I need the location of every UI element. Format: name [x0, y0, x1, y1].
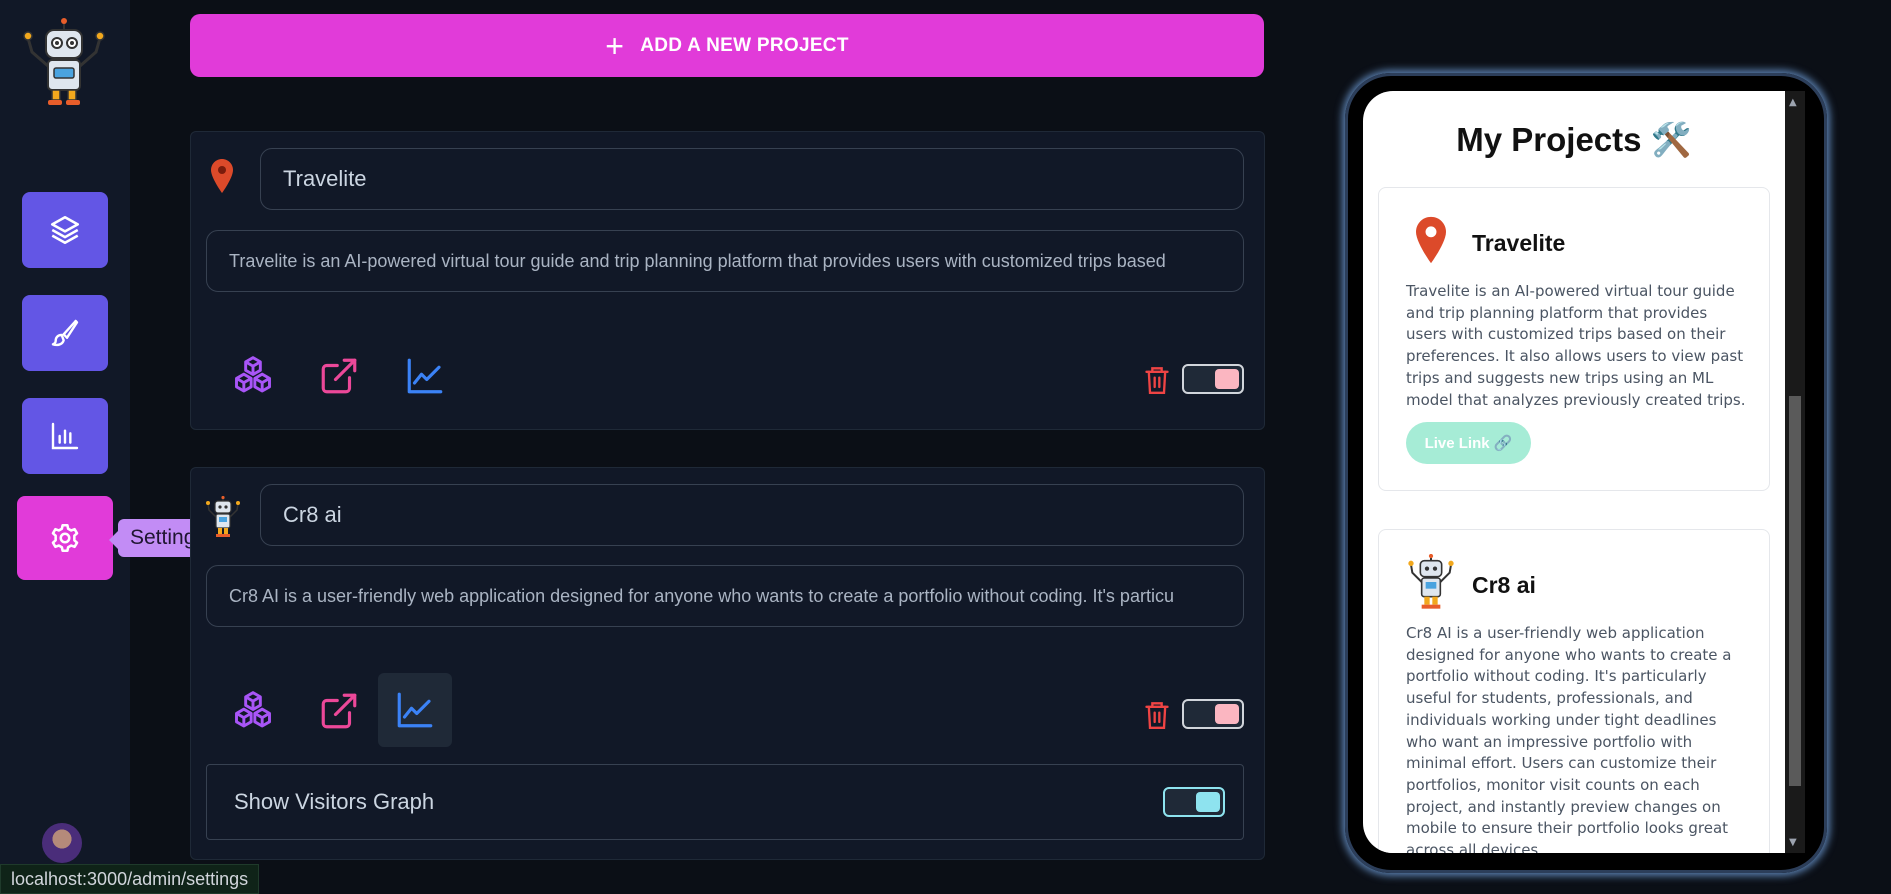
cubes-icon [235, 356, 271, 393]
toggle-knob [1196, 792, 1220, 812]
toggle-knob [1215, 369, 1239, 389]
status-bar-url: localhost:3000/admin/settings [0, 864, 260, 894]
preview-project-description: Travelite is an AI-powered virtual tour … [1406, 282, 1746, 409]
project-visibility-toggle[interactable] [1182, 699, 1244, 729]
cubes-icon [235, 691, 271, 728]
tech-stack-button[interactable] [216, 339, 290, 413]
external-link-button[interactable] [302, 674, 376, 748]
live-link-button[interactable]: Live Link 🔗 [1406, 422, 1531, 464]
external-link-icon [321, 693, 357, 729]
toggle-knob [1215, 704, 1239, 724]
map-pin-icon [211, 159, 233, 193]
add-project-button[interactable]: + ADD A NEW PROJECT [190, 14, 1264, 77]
sidebar [0, 0, 130, 892]
project-description-input[interactable]: Travelite is an AI-powered virtual tour … [206, 230, 1244, 292]
nav-projects-button[interactable] [22, 192, 108, 268]
line-chart-icon [407, 358, 443, 394]
settings-icon [51, 523, 79, 553]
preview-scrollbar[interactable]: ▲ ▼ [1785, 91, 1805, 853]
line-chart-icon [397, 692, 433, 728]
project-visibility-toggle[interactable] [1182, 364, 1244, 394]
delete-project-button[interactable] [1142, 363, 1172, 397]
plus-icon: + [605, 27, 625, 64]
project-description-input[interactable]: Cr8 AI is a user-friendly web applicatio… [206, 565, 1244, 627]
visitors-graph-button[interactable] [388, 339, 462, 413]
avatar[interactable] [42, 823, 82, 863]
preview-title: My Projects 🛠️ [1456, 121, 1692, 158]
robot-icon [1408, 554, 1454, 609]
scrollbar-thumb[interactable] [1789, 396, 1801, 786]
add-project-label: ADD A NEW PROJECT [640, 34, 849, 56]
visitors-graph-row: Show Visitors Graph [206, 764, 1244, 840]
external-link-button[interactable] [302, 339, 376, 413]
layers-icon [50, 215, 80, 245]
nav-analytics-button[interactable] [22, 398, 108, 474]
preview-project-name: Travelite [1472, 230, 1566, 256]
preview-project-description: Cr8 AI is a user-friendly web applicatio… [1406, 624, 1732, 853]
visitors-graph-button[interactable] [378, 673, 452, 747]
nav-theme-button[interactable] [22, 295, 108, 371]
map-pin-icon [1416, 216, 1446, 264]
nav-settings-button[interactable] [17, 496, 113, 580]
tech-stack-button[interactable] [216, 674, 290, 748]
delete-project-button[interactable] [1142, 698, 1172, 732]
robot-logo-icon [23, 18, 105, 105]
scroll-down-icon[interactable]: ▼ [1789, 837, 1797, 848]
preview-project-card: Cr8 ai Cr8 AI is a user-friendly web app… [1378, 529, 1770, 853]
preview-project-card: Travelite Travelite is an AI-powered vir… [1378, 187, 1770, 491]
mobile-preview: My Projects 🛠️ Travelite Travelite is an… [1345, 73, 1827, 873]
project-card: Cr8 ai Cr8 AI is a user-friendly web app… [190, 467, 1265, 860]
trash-icon [1145, 367, 1169, 394]
visitors-graph-toggle[interactable] [1163, 787, 1225, 817]
project-name-input[interactable]: Travelite [260, 148, 1244, 210]
brush-icon [51, 319, 79, 347]
project-card: Travelite Travelite is an AI-powered vir… [190, 131, 1265, 430]
external-link-icon [321, 358, 357, 394]
bar-chart-icon [51, 422, 79, 450]
scroll-up-icon[interactable]: ▲ [1789, 97, 1797, 108]
preview-project-name: Cr8 ai [1472, 572, 1536, 598]
trash-icon [1145, 702, 1169, 729]
mobile-preview-screen[interactable]: My Projects 🛠️ Travelite Travelite is an… [1363, 91, 1785, 853]
robot-icon [206, 496, 240, 537]
project-name-input[interactable]: Cr8 ai [260, 484, 1244, 546]
visitors-graph-label: Show Visitors Graph [234, 789, 435, 814]
